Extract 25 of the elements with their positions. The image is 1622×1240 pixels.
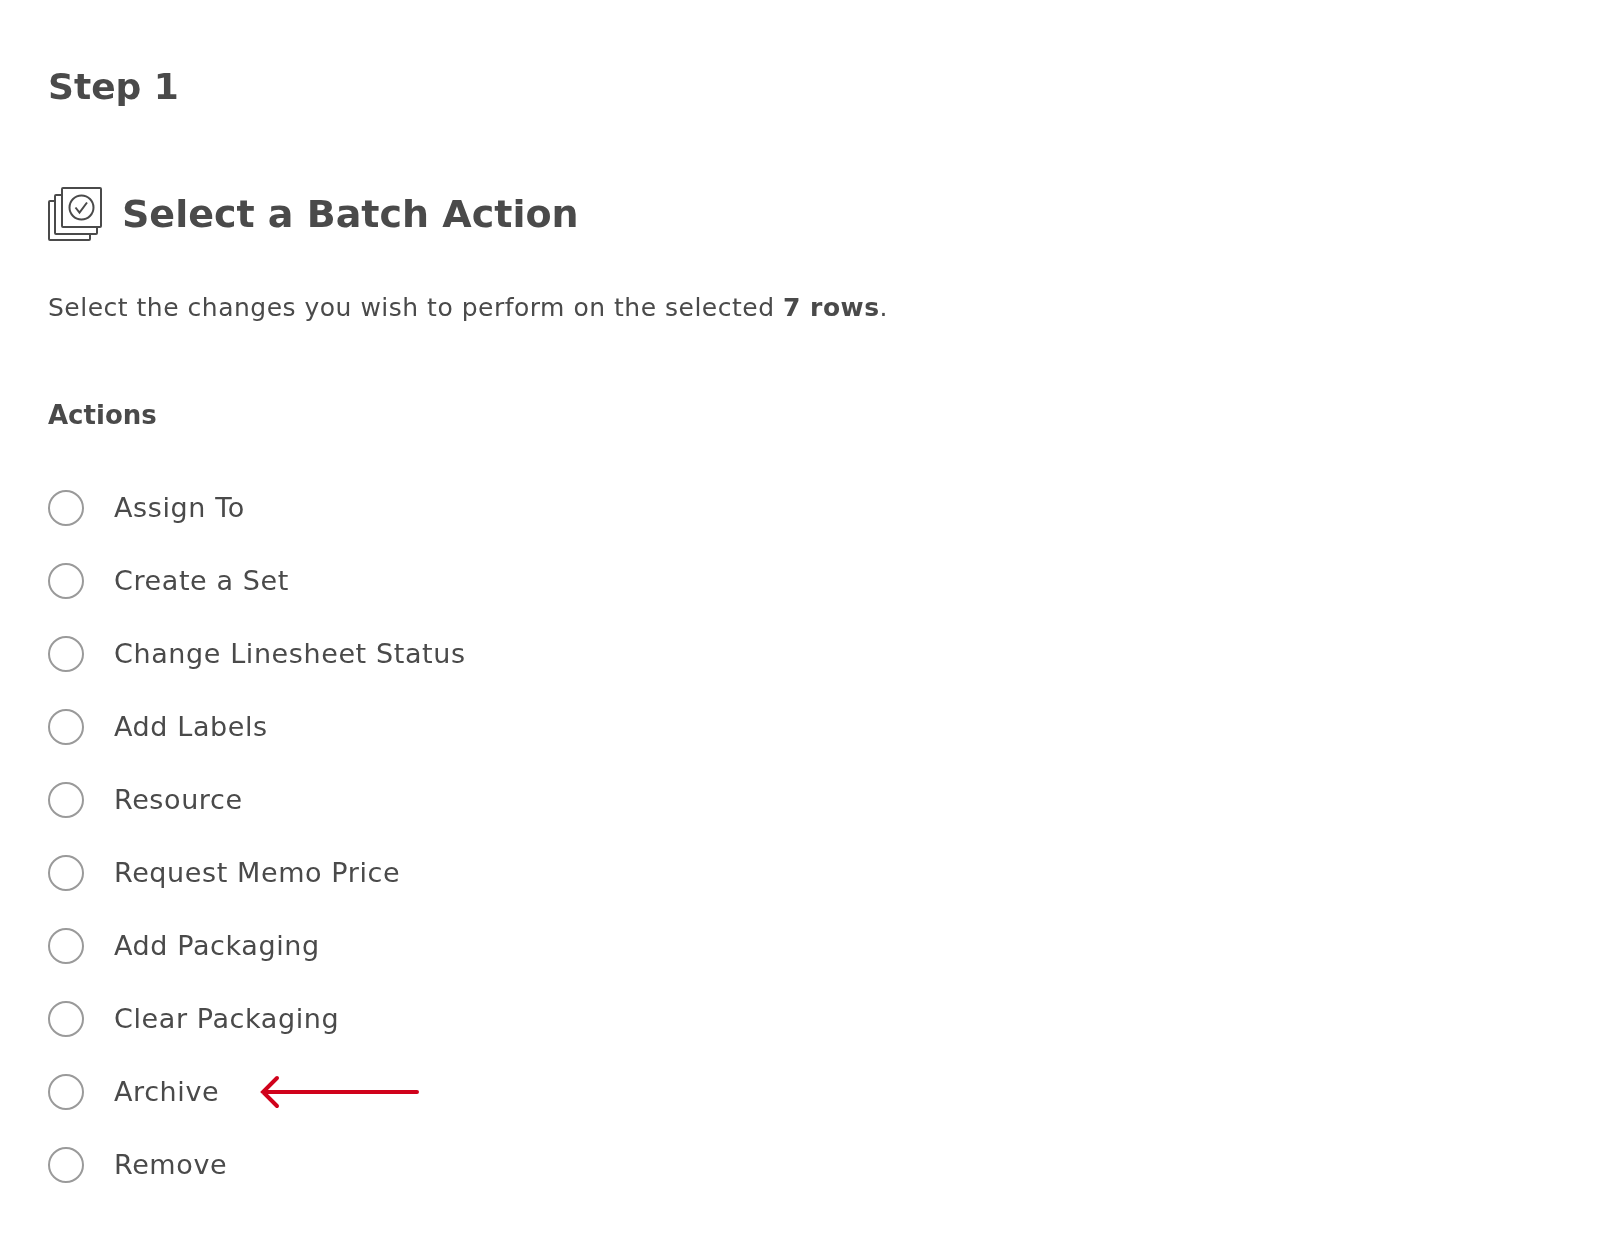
radio-button[interactable]	[48, 1147, 84, 1183]
action-label[interactable]: Add Packaging	[114, 928, 320, 964]
radio-button[interactable]	[48, 636, 84, 672]
step-title: Step 1	[48, 66, 180, 107]
action-label[interactable]: Add Labels	[114, 709, 268, 745]
radio-button[interactable]	[48, 782, 84, 818]
radio-button[interactable]	[48, 709, 84, 745]
section-heading: Select a Batch Action	[122, 192, 579, 236]
action-label[interactable]: Archive	[114, 1074, 220, 1110]
action-label[interactable]: Resource	[114, 782, 243, 818]
radio-button[interactable]	[48, 855, 84, 891]
action-label[interactable]: Remove	[114, 1147, 228, 1183]
actions-label: Actions	[48, 400, 158, 430]
action-label[interactable]: Request Memo Price	[114, 855, 401, 891]
action-label[interactable]: Clear Packaging	[114, 1001, 340, 1037]
action-label[interactable]: Assign To	[114, 490, 245, 526]
radio-button[interactable]	[48, 928, 84, 964]
action-label[interactable]: Create a Set	[114, 563, 289, 599]
radio-button[interactable]	[48, 1074, 84, 1110]
stacked-pages-check-icon	[48, 187, 102, 241]
radio-button[interactable]	[48, 563, 84, 599]
action-label[interactable]: Change Linesheet Status	[114, 636, 466, 672]
radio-button[interactable]	[48, 1001, 84, 1037]
radio-button[interactable]	[48, 490, 84, 526]
description-text: Select the changes you wish to perform on the selected 7 rows.	[48, 293, 889, 322]
